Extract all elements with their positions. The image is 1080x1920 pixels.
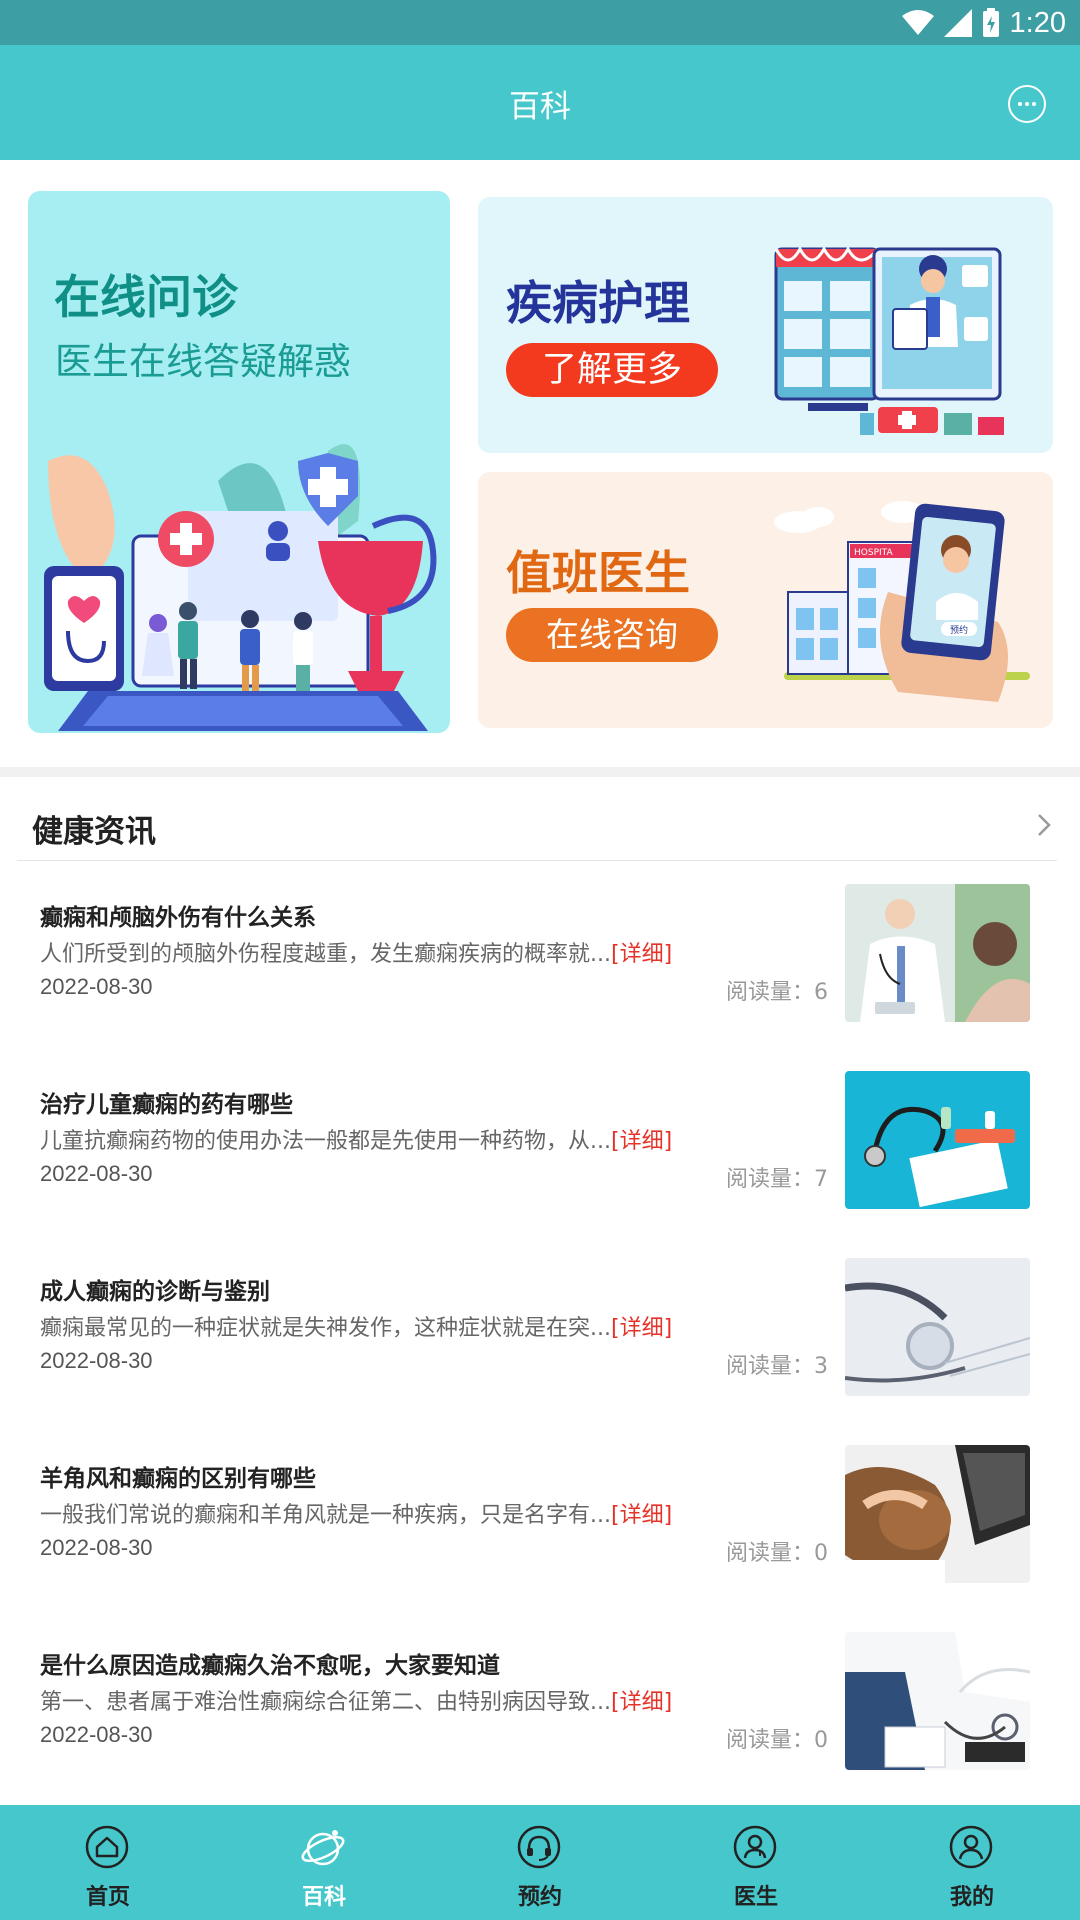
nav-label-mine: 我的 xyxy=(949,1885,994,1910)
nav-label-appointment: 预约 xyxy=(517,1885,562,1910)
news-thumbnail xyxy=(845,884,1030,1022)
section-divider xyxy=(0,767,1080,777)
news-read-count: 阅读量：0 xyxy=(726,1541,828,1566)
news-read-count: 阅读量：6 xyxy=(726,980,828,1005)
news-summary: 一般我们常说的癫痫和羊角风就是一种疾病，只是名字有...[详细] xyxy=(40,1503,673,1528)
news-detail-link[interactable]: [详细] xyxy=(611,1690,672,1715)
news-title: 成人癫痫的诊断与鉴别 xyxy=(40,1279,270,1305)
disease-care-illustration xyxy=(774,245,1004,435)
news-title: 是什么原因造成癫痫久治不愈呢，大家要知道 xyxy=(40,1653,500,1679)
planet-icon xyxy=(301,1830,345,1866)
duty-doctor-banner[interactable]: 值班医生 在线咨询 HOSPITA 预约 xyxy=(478,472,1053,728)
news-summary: 儿童抗癫痫药物的使用办法一般都是先使用一种药物，从...[详细] xyxy=(40,1129,673,1154)
disease-care-banner[interactable]: 疾病护理 了解更多 xyxy=(478,197,1053,453)
news-detail-link[interactable]: [详细] xyxy=(611,1129,672,1154)
news-date: 2022-08-30 xyxy=(40,1535,153,1560)
news-read-count: 阅读量：7 xyxy=(726,1167,828,1192)
status-time: 1:20 xyxy=(1009,6,1066,39)
health-news-more-button[interactable] xyxy=(1036,812,1052,842)
signal-icon xyxy=(943,9,972,37)
news-date: 2022-08-30 xyxy=(40,1161,153,1186)
chevron-right-icon xyxy=(1038,814,1051,836)
news-title: 羊角风和癫痫的区别有哪些 xyxy=(40,1466,316,1492)
news-detail-link[interactable]: [详细] xyxy=(611,1503,672,1528)
battery-icon xyxy=(982,8,999,37)
news-summary: 人们所受到的颅脑外伤程度越重，发生癫痫疾病的概率就...[详细] xyxy=(40,942,673,967)
news-summary: 癫痫最常见的一种症状就是失神发作，这种症状就是在突...[详细] xyxy=(40,1316,673,1341)
page-title: 百科 xyxy=(509,89,571,125)
nav-label-home: 首页 xyxy=(85,1885,130,1910)
news-thumbnail xyxy=(845,1071,1030,1209)
ellipsis-icon xyxy=(1018,102,1036,106)
news-title: 治疗儿童癫痫的药有哪些 xyxy=(40,1092,293,1118)
news-date: 2022-08-30 xyxy=(40,1722,153,1747)
phone-appointment-label: 预约 xyxy=(950,624,968,636)
app-bar: 百科 xyxy=(0,45,1080,160)
duty-doctor-illustration: HOSPITA 预约 xyxy=(774,501,1030,702)
nav-item-doctor[interactable]: 医生 xyxy=(648,1805,864,1920)
user-icon xyxy=(949,1825,993,1869)
nav-item-encyclopedia[interactable]: 百科 xyxy=(216,1805,432,1920)
news-detail-link[interactable]: [详细] xyxy=(611,942,672,967)
nav-item-mine[interactable]: 我的 xyxy=(864,1805,1080,1920)
doctor-icon xyxy=(733,1825,777,1869)
hospital-sign: HOSPITA xyxy=(854,548,893,558)
status-bar: 1:20 xyxy=(0,0,1080,45)
nav-item-appointment[interactable]: 预约 xyxy=(432,1805,648,1920)
home-icon xyxy=(85,1825,129,1869)
status-icons: 1:20 xyxy=(901,6,1066,40)
news-date: 2022-08-30 xyxy=(40,974,153,999)
headset-icon xyxy=(517,1825,561,1869)
section-header-divider xyxy=(17,860,1057,861)
more-options-button[interactable] xyxy=(1008,85,1046,123)
wifi-icon xyxy=(901,10,934,35)
news-summary: 第一、患者属于难治性癫痫综合征第二、由特别病因导致...[详细] xyxy=(40,1690,673,1715)
news-read-count: 阅读量：3 xyxy=(726,1354,828,1379)
nav-item-home[interactable]: 首页 xyxy=(0,1805,216,1920)
news-item[interactable]: 治疗儿童癫痫的药有哪些 儿童抗癫痫药物的使用办法一般都是先使用一种药物，从...… xyxy=(0,1071,1080,1221)
news-detail-link[interactable]: [详细] xyxy=(611,1316,672,1341)
news-thumbnail xyxy=(845,1445,1030,1583)
news-title: 癫痫和颅脑外伤有什么关系 xyxy=(40,905,316,931)
news-item[interactable]: 羊角风和癫痫的区别有哪些 一般我们常说的癫痫和羊角风就是一种疾病，只是名字有..… xyxy=(0,1445,1080,1595)
news-thumbnail xyxy=(845,1632,1030,1770)
bottom-nav: 首页 百科 预约 医生 我的 xyxy=(0,1805,1080,1920)
news-item[interactable]: 癫痫和颅脑外伤有什么关系 人们所受到的颅脑外伤程度越重，发生癫痫疾病的概率就..… xyxy=(0,884,1080,1034)
news-item[interactable]: 成人癫痫的诊断与鉴别 癫痫最常见的一种症状就是失神发作，这种症状就是在突...[… xyxy=(0,1258,1080,1408)
online-consult-illustration xyxy=(44,444,437,731)
health-news-title: 健康资讯 xyxy=(32,814,156,850)
news-item[interactable]: 是什么原因造成癫痫久治不愈呢，大家要知道 第一、患者属于难治性癫痫综合征第二、由… xyxy=(0,1632,1080,1782)
nav-label-encyclopedia: 百科 xyxy=(301,1885,346,1910)
news-read-count: 阅读量：0 xyxy=(726,1728,828,1753)
nav-label-doctor: 医生 xyxy=(733,1885,778,1910)
news-thumbnail xyxy=(845,1258,1030,1396)
news-date: 2022-08-30 xyxy=(40,1348,153,1373)
online-consult-banner[interactable]: 在线问诊 医生在线答疑解惑 xyxy=(28,191,450,733)
